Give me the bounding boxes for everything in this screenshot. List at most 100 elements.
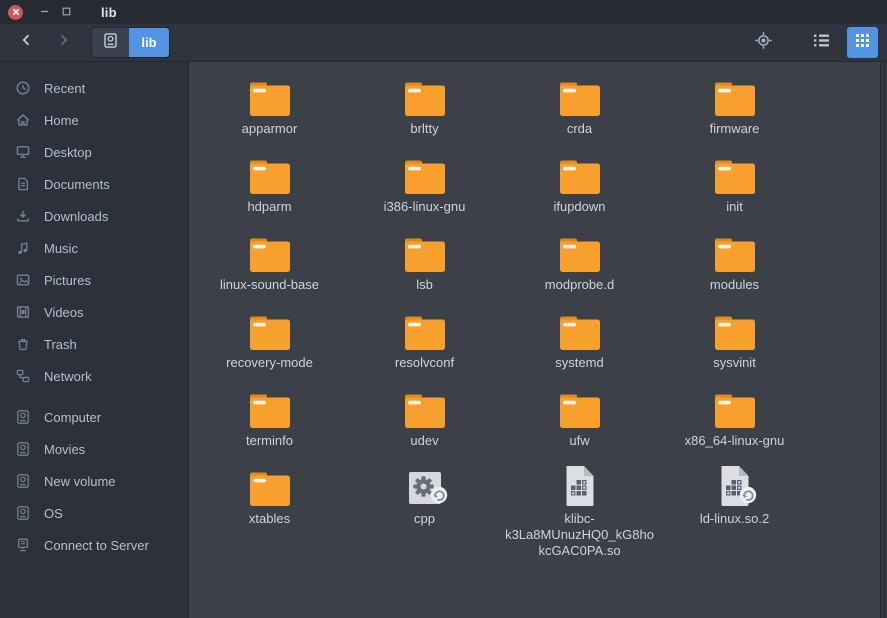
- file-item-cpp[interactable]: cpp: [349, 465, 501, 527]
- file-item-label: udev: [410, 433, 438, 449]
- file-item-sysvinit[interactable]: sysvinit: [659, 309, 811, 371]
- file-item-label: terminfo: [246, 433, 293, 449]
- music-note-icon: [15, 240, 31, 256]
- sidebar-item-music[interactable]: Music: [0, 232, 188, 264]
- file-item-label: xtables: [249, 511, 290, 527]
- download-icon: [15, 208, 31, 224]
- close-button[interactable]: [8, 5, 23, 20]
- file-item-label: apparmor: [242, 121, 298, 137]
- maximize-button[interactable]: [55, 0, 77, 24]
- file-item-init[interactable]: init: [659, 153, 811, 215]
- folder-icon: [559, 309, 601, 351]
- grid-view-button[interactable]: [847, 27, 878, 58]
- sidebar-item-desktop[interactable]: Desktop: [0, 136, 188, 168]
- minimize-button[interactable]: [33, 0, 55, 24]
- file-item-label: ufw: [569, 433, 589, 449]
- sidebar-item-connect-to-server[interactable]: Connect to Server: [0, 529, 188, 561]
- file-item-xtables[interactable]: xtables: [194, 465, 346, 527]
- folder-icon: [559, 387, 601, 429]
- file-view: apparmor brltty crda firmware hdparm i38…: [189, 62, 887, 618]
- sidebar-item-home[interactable]: Home: [0, 104, 188, 136]
- scrollbar[interactable]: [880, 62, 887, 618]
- file-item-label: modprobe.d: [545, 277, 614, 293]
- breadcrumb-current-segment[interactable]: lib: [129, 28, 169, 57]
- file-item-recovery-mode[interactable]: recovery-mode: [194, 309, 346, 371]
- folder-icon: [404, 75, 446, 117]
- picture-icon: [15, 272, 31, 288]
- sidebar-item-os[interactable]: OS: [0, 497, 188, 529]
- file-item-hdparm[interactable]: hdparm: [194, 153, 346, 215]
- file-item-ld-linux-so-2[interactable]: ld-linux.so.2: [659, 465, 811, 527]
- file-item-udev[interactable]: udev: [349, 387, 501, 449]
- file-item-ufw[interactable]: ufw: [504, 387, 656, 449]
- network-icon: [15, 368, 31, 384]
- folder-icon: [249, 309, 291, 351]
- sidebar-item-movies[interactable]: Movies: [0, 433, 188, 465]
- sidebar-item-label: Movies: [44, 442, 85, 457]
- sidebar-item-recent[interactable]: Recent: [0, 72, 188, 104]
- toolbar: lib: [0, 24, 887, 62]
- file-item-modprobe-d[interactable]: modprobe.d: [504, 231, 656, 293]
- file-item-label: klibc-k3La8MUnuzHQ0_kG8hokcGAC0PA.so: [505, 511, 655, 559]
- file-item-apparmor[interactable]: apparmor: [194, 75, 346, 137]
- sidebar-item-label: Home: [44, 113, 79, 128]
- sidebar-item-trash[interactable]: Trash: [0, 328, 188, 360]
- file-item-terminfo[interactable]: terminfo: [194, 387, 346, 449]
- gear-file-icon: [406, 465, 444, 507]
- file-item-crda[interactable]: crda: [504, 75, 656, 137]
- file-item-ifupdown[interactable]: ifupdown: [504, 153, 656, 215]
- server-icon: [15, 537, 31, 553]
- sidebar-item-label: Network: [44, 369, 92, 384]
- sidebar-item-label: Recent: [44, 81, 85, 96]
- file-item-label: crda: [567, 121, 592, 137]
- drive-icon: [15, 473, 31, 489]
- sidebar-item-new-volume[interactable]: New volume: [0, 465, 188, 497]
- folder-icon: [714, 153, 756, 195]
- clock-icon: [15, 80, 31, 96]
- sidebar-item-pictures[interactable]: Pictures: [0, 264, 188, 296]
- folder-icon: [404, 387, 446, 429]
- file-item-label: recovery-mode: [226, 355, 313, 371]
- file-item-label: i386-linux-gnu: [384, 199, 466, 215]
- file-item-label: modules: [710, 277, 759, 293]
- desktop-icon: [15, 144, 31, 160]
- file-item-systemd[interactable]: systemd: [504, 309, 656, 371]
- file-item-modules[interactable]: modules: [659, 231, 811, 293]
- forward-button[interactable]: [45, 28, 81, 58]
- home-icon: [15, 112, 31, 128]
- file-item-brltty[interactable]: brltty: [349, 75, 501, 137]
- list-view-button[interactable]: [804, 28, 838, 58]
- sidebar-item-label: Desktop: [44, 145, 92, 160]
- sidebar-item-label: New volume: [44, 474, 116, 489]
- file-item-lsb[interactable]: lsb: [349, 231, 501, 293]
- sidebar-item-network[interactable]: Network: [0, 360, 188, 392]
- file-item-resolvconf[interactable]: resolvconf: [349, 309, 501, 371]
- search-button[interactable]: [746, 28, 780, 58]
- folder-icon: [559, 231, 601, 273]
- file-item-i386-linux-gnu[interactable]: i386-linux-gnu: [349, 153, 501, 215]
- sidebar-item-videos[interactable]: Videos: [0, 296, 188, 328]
- file-item-label: x86_64-linux-gnu: [685, 433, 785, 449]
- symlink-emblem-icon: [430, 486, 448, 509]
- breadcrumb-root-button[interactable]: [92, 28, 129, 57]
- file-item-klibc-k3la8munuzhq0-kg8hokcgac0pa-so[interactable]: klibc-k3La8MUnuzHQ0_kG8hokcGAC0PA.so: [504, 465, 656, 559]
- sidebar-item-label: Connect to Server: [44, 538, 149, 553]
- minimize-icon: [40, 3, 49, 21]
- sidebar: Recent Home Desktop Documents Downloads …: [0, 62, 189, 618]
- folder-icon: [404, 309, 446, 351]
- sidebar-item-downloads[interactable]: Downloads: [0, 200, 188, 232]
- film-icon: [15, 304, 31, 320]
- document-icon: [15, 176, 31, 192]
- folder-icon: [404, 153, 446, 195]
- folder-icon: [714, 231, 756, 273]
- file-manager-window: lib lib: [0, 0, 887, 618]
- file-item-firmware[interactable]: firmware: [659, 75, 811, 137]
- file-item-x86-64-linux-gnu[interactable]: x86_64-linux-gnu: [659, 387, 811, 449]
- back-button[interactable]: [9, 28, 45, 58]
- drive-icon: [102, 32, 119, 54]
- sidebar-item-documents[interactable]: Documents: [0, 168, 188, 200]
- sidebar-item-label: Documents: [44, 177, 110, 192]
- file-item-label: cpp: [414, 511, 435, 527]
- file-item-linux-sound-base[interactable]: linux-sound-base: [194, 231, 346, 293]
- sidebar-item-computer[interactable]: Computer: [0, 401, 188, 433]
